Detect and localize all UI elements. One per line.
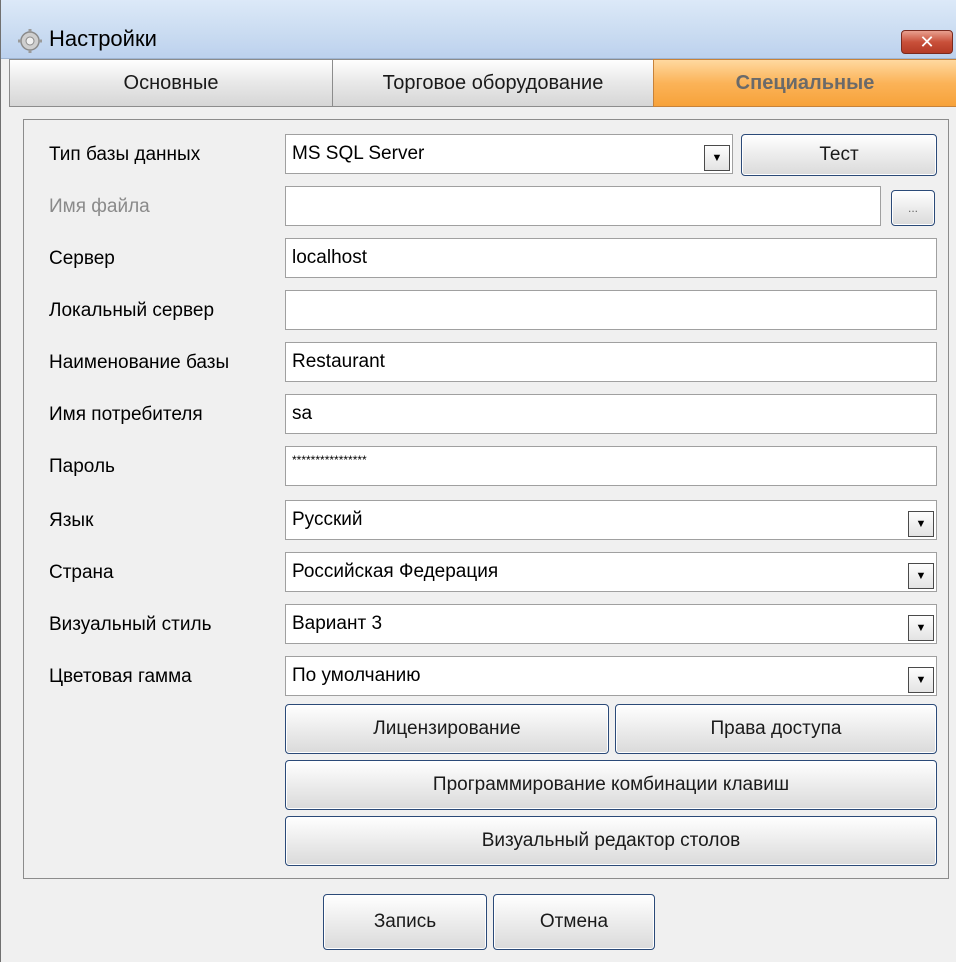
country-label: Страна (49, 562, 114, 583)
access-rights-button-label: Права доступа (710, 718, 842, 739)
server-field[interactable]: localhost (285, 238, 937, 278)
country-value: Российская Федерация (292, 561, 499, 582)
server-value: localhost (292, 247, 367, 268)
language-label: Язык (49, 510, 94, 531)
title-bar: Настройки ✕ (1, 0, 956, 59)
file-name-label: Имя файла (49, 196, 150, 217)
cancel-button[interactable]: Отмена (493, 894, 655, 950)
settings-window: Настройки ✕ Основные Торговое оборудован… (0, 0, 956, 962)
db-type-label: Тип базы данных (49, 144, 201, 165)
browse-file-label: ... (907, 201, 918, 215)
user-name-value: sa (292, 403, 313, 424)
save-button-label: Запись (373, 911, 437, 932)
db-name-value: Restaurant (292, 351, 385, 372)
hotkeys-button-label: Программирование комбинации клавиш (432, 774, 790, 795)
browse-file-button[interactable]: ... (891, 190, 935, 226)
tab-basic[interactable]: Основные (9, 59, 333, 107)
settings-gear-icon (18, 29, 42, 53)
local-server-label: Локальный сервер (49, 300, 215, 321)
language-value: Русский (292, 509, 363, 530)
close-icon: ✕ (919, 31, 935, 52)
chevron-down-icon[interactable]: ▼ (704, 145, 730, 171)
country-select[interactable]: Российская Федерация ▼ (285, 552, 937, 592)
chevron-down-icon[interactable]: ▼ (908, 563, 934, 589)
language-select[interactable]: Русский ▼ (285, 500, 937, 540)
window-title: Настройки (49, 26, 157, 51)
tab-special-label: Специальные (735, 71, 875, 94)
color-scheme-label: Цветовая гамма (49, 666, 192, 687)
color-scheme-value: По умолчанию (292, 665, 421, 686)
table-editor-button-label: Визуальный редактор столов (481, 830, 741, 851)
test-button-label: Тест (819, 144, 859, 165)
chevron-down-icon[interactable]: ▼ (908, 511, 934, 537)
visual-style-label: Визуальный стиль (49, 614, 212, 635)
tab-basic-label: Основные (123, 71, 219, 94)
password-label: Пароль (49, 456, 115, 477)
tab-trade-equipment-label: Торговое оборудование (382, 71, 604, 94)
licensing-button[interactable]: Лицензирование (285, 704, 609, 754)
color-scheme-select[interactable]: По умолчанию ▼ (285, 656, 937, 696)
db-type-select[interactable]: MS SQL Server ▼ (285, 134, 733, 174)
chevron-down-icon[interactable]: ▼ (908, 667, 934, 693)
user-name-label: Имя потребителя (49, 404, 203, 425)
test-button[interactable]: Тест (741, 134, 937, 176)
server-label: Сервер (49, 248, 115, 269)
visual-style-value: Вариант 3 (292, 613, 383, 634)
db-type-value: MS SQL Server (292, 143, 425, 164)
local-server-field[interactable] (285, 290, 937, 330)
access-rights-button[interactable]: Права доступа (615, 704, 937, 754)
file-name-field[interactable] (285, 186, 881, 226)
visual-style-select[interactable]: Вариант 3 ▼ (285, 604, 937, 644)
password-field[interactable]: **************** (285, 446, 937, 486)
db-name-field[interactable]: Restaurant (285, 342, 937, 382)
db-name-label: Наименование базы (49, 352, 230, 373)
save-button[interactable]: Запись (323, 894, 487, 950)
close-button[interactable]: ✕ (901, 30, 953, 54)
user-name-field[interactable]: sa (285, 394, 937, 434)
password-value: **************** (292, 453, 367, 467)
chevron-down-icon[interactable]: ▼ (908, 615, 934, 641)
tab-special[interactable]: Специальные (653, 59, 956, 107)
tab-trade-equipment[interactable]: Торговое оборудование (332, 59, 654, 107)
table-editor-button[interactable]: Визуальный редактор столов (285, 816, 937, 866)
hotkeys-button[interactable]: Программирование комбинации клавиш (285, 760, 937, 810)
cancel-button-label: Отмена (539, 911, 609, 932)
tab-strip: Основные Торговое оборудование Специальн… (9, 59, 956, 109)
licensing-button-label: Лицензирование (373, 718, 521, 739)
